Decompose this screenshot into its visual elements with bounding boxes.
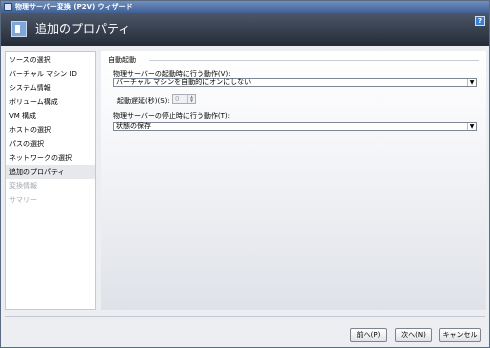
sidebar-item-network[interactable]: ネットワークの選択	[6, 151, 95, 165]
stop-action-select[interactable]: 状態の保存 ▼	[113, 122, 477, 131]
stop-action-label: 物理サーバーの停止時に行う動作(T):	[113, 112, 231, 120]
cancel-button[interactable]: キャンセル	[439, 328, 481, 342]
stop-action-value: 状態の保存	[116, 122, 151, 130]
sidebar-item-system-info[interactable]: システム情報	[6, 81, 95, 95]
sidebar-item-vm-config[interactable]: VM 構成	[6, 109, 95, 123]
sidebar-item-volume-config[interactable]: ボリューム構成	[6, 95, 95, 109]
sidebar-item-vm-id[interactable]: バーチャル マシン ID	[6, 67, 95, 81]
wizard-window: 物理サーバー変換 (P2V) ウィザード 追加のプロパティ ? ソースの選択 バ…	[0, 0, 490, 348]
sidebar-item-additional-properties[interactable]: 追加のプロパティ	[6, 165, 95, 179]
properties-panel: 自動起動 物理サーバーの起動時に行う動作(V): バーチャル マシンを自動的にオ…	[101, 51, 486, 310]
help-icon[interactable]: ?	[475, 16, 485, 26]
auto-start-group-title: 自動起動	[108, 56, 136, 64]
app-icon	[4, 3, 12, 11]
window-title: 物理サーバー変換 (P2V) ウィザード	[15, 3, 133, 11]
start-action-select[interactable]: バーチャル マシンを自動的にオンにしない ▼	[113, 78, 477, 87]
page-title: 追加のプロパティ	[35, 22, 131, 36]
sidebar-item-host[interactable]: ホストの選択	[6, 123, 95, 137]
chevron-down-icon[interactable]: ▼	[467, 79, 476, 86]
delay-value: 0	[175, 95, 180, 103]
chevron-down-icon[interactable]: ▼	[467, 123, 476, 130]
back-button[interactable]: 前へ(P)	[350, 328, 387, 342]
group-divider	[149, 60, 479, 61]
sidebar-item-path[interactable]: パスの選択	[6, 137, 95, 151]
title-bar[interactable]: 物理サーバー変換 (P2V) ウィザード	[1, 1, 489, 13]
delay-label: 起動遅延(秒)(S):	[117, 97, 170, 105]
sidebar-item-summary: サマリー	[9, 196, 37, 204]
sidebar-item-source[interactable]: ソースの選択	[6, 53, 95, 67]
next-button[interactable]: 次へ(N)	[395, 328, 432, 342]
start-action-value: バーチャル マシンを自動的にオンにしない	[116, 78, 252, 86]
delay-stepper: 0 ▲ ▼	[172, 94, 196, 104]
wizard-header: 追加のプロパティ ?	[1, 13, 489, 46]
wizard-steps-sidebar: ソースの選択 バーチャル マシン ID システム情報 ボリューム構成 VM 構成…	[5, 51, 96, 310]
sidebar-item-conversion-info: 変換情報	[9, 182, 37, 190]
footer-divider	[5, 316, 485, 317]
stepper-arrows-icon: ▲ ▼	[187, 95, 195, 103]
wizard-page-icon	[11, 21, 27, 37]
